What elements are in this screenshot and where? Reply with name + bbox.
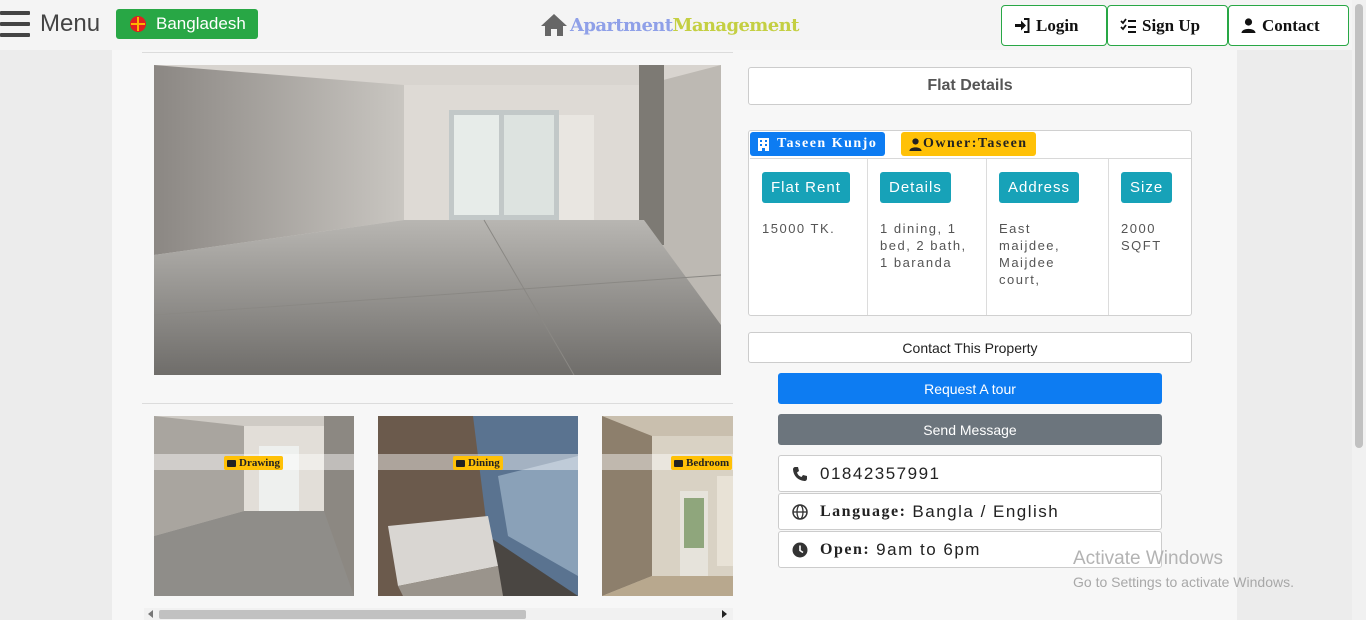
briefcase-icon (674, 459, 683, 467)
divider (142, 403, 733, 404)
flat-rent-value: 15000 TK. (762, 221, 836, 236)
size-value: 2000 SQFT (1121, 221, 1162, 253)
room-photo-image (154, 65, 721, 375)
globe-icon (130, 16, 146, 32)
owner-chip: Owner:Taseen (901, 132, 1036, 156)
thumbnail-tag-label: Dining (468, 457, 500, 469)
globe-icon (792, 503, 808, 520)
info-column-address: Address East maijdee, Maijdee court, (987, 159, 1109, 315)
thumbnail-drawing[interactable]: Drawing (154, 416, 354, 596)
hours-value: 9am to 6pm (876, 539, 981, 559)
flat-info-box: Taseen Kunjo Owner:Taseen Flat Rent 1500… (748, 130, 1192, 316)
request-tour-button[interactable]: Request A tour (778, 373, 1162, 404)
drawing-room-image (154, 416, 354, 596)
clock-icon (792, 542, 808, 557)
contact-button[interactable]: Contact (1228, 5, 1349, 46)
phone-number: 01842357991 (820, 463, 941, 483)
flat-details-heading: Flat Details (748, 67, 1192, 105)
info-column-rent: Flat Rent 15000 TK. (750, 159, 868, 315)
main-property-photo (154, 65, 721, 375)
building-icon (758, 137, 769, 151)
scroll-right-arrow-icon[interactable] (722, 610, 727, 618)
divider (142, 52, 733, 53)
size-button[interactable]: Size (1121, 172, 1173, 203)
login-icon (1015, 18, 1030, 33)
language-label: Language: (820, 502, 907, 520)
dining-room-image (378, 416, 578, 596)
signup-icon (1120, 18, 1136, 33)
flat-rent-button[interactable]: Flat Rent (762, 172, 850, 203)
menu-button[interactable]: Menu (0, 10, 100, 38)
building-chip: Taseen Kunjo (750, 132, 886, 156)
home-icon (541, 14, 567, 36)
watermark-line1: Activate Windows (1073, 548, 1223, 569)
contact-property-heading: Contact This Property (748, 332, 1192, 363)
hours-label: Open: (820, 540, 871, 558)
info-column-size: Size 2000 SQFT (1109, 159, 1191, 315)
vertical-scrollbar-thumb[interactable] (1355, 4, 1363, 448)
user-icon (909, 137, 922, 151)
login-button[interactable]: Login (1001, 5, 1107, 46)
menu-label: Menu (40, 10, 101, 37)
address-value: East maijdee, Maijdee court, (999, 221, 1061, 287)
vertical-scrollbar[interactable] (1352, 0, 1366, 620)
thumbnail-tag: Bedroom (671, 456, 733, 470)
details-button[interactable]: Details (880, 172, 951, 203)
hamburger-icon (0, 11, 30, 37)
watermark-line2: Go to Settings to activate Windows. (1073, 574, 1294, 590)
language-value: Bangla / English (912, 501, 1060, 521)
signup-button[interactable]: Sign Up (1107, 5, 1228, 46)
horizontal-scrollbar-thumb[interactable] (159, 610, 526, 619)
scroll-left-arrow-icon[interactable] (148, 610, 153, 618)
thumbnail-tag-label: Bedroom (686, 457, 730, 469)
top-navbar: Menu Bangladesh Apartment Management Log… (0, 0, 1352, 50)
horizontal-scrollbar[interactable] (144, 608, 733, 620)
thumbnail-tag: Drawing (224, 456, 283, 470)
country-button[interactable]: Bangladesh (116, 9, 258, 39)
signup-label: Sign Up (1142, 15, 1201, 35)
language-line: Language: Bangla / English (778, 493, 1162, 530)
send-message-button[interactable]: Send Message (778, 414, 1162, 445)
brand-part1: Apartment (570, 14, 673, 36)
contact-label: Contact (1262, 15, 1320, 35)
windows-activation-watermark: Activate Windows Go to Settings to activ… (1073, 548, 1294, 590)
login-label: Login (1036, 15, 1079, 35)
phone-icon (793, 466, 807, 481)
bedroom-image (602, 416, 733, 596)
thumbnail-dining[interactable]: Dining (378, 416, 578, 596)
country-label: Bangladesh (156, 14, 246, 33)
owner-name: Owner:Taseen (923, 136, 1028, 151)
details-value: 1 dining, 1 bed, 2 bath, 1 baranda (880, 221, 967, 270)
thumbnail-tag-label: Drawing (239, 457, 280, 469)
flat-info-grid: Flat Rent 15000 TK. Details 1 dining, 1 … (750, 158, 1191, 315)
user-icon (1241, 18, 1256, 33)
address-button[interactable]: Address (999, 172, 1080, 203)
briefcase-icon (227, 459, 236, 467)
phone-line[interactable]: 01842357991 (778, 455, 1162, 492)
thumbnail-strip[interactable]: Drawing Dining Bedroom (154, 416, 733, 596)
brand-logo[interactable]: Apartment Management (540, 13, 799, 37)
building-name: Taseen Kunjo (777, 136, 878, 151)
brand-part2: Management (672, 14, 800, 36)
thumbnail-tag: Dining (453, 456, 503, 470)
thumbnail-bedroom[interactable]: Bedroom (602, 416, 733, 596)
briefcase-icon (456, 459, 465, 467)
info-column-details: Details 1 dining, 1 bed, 2 bath, 1 baran… (868, 159, 987, 315)
